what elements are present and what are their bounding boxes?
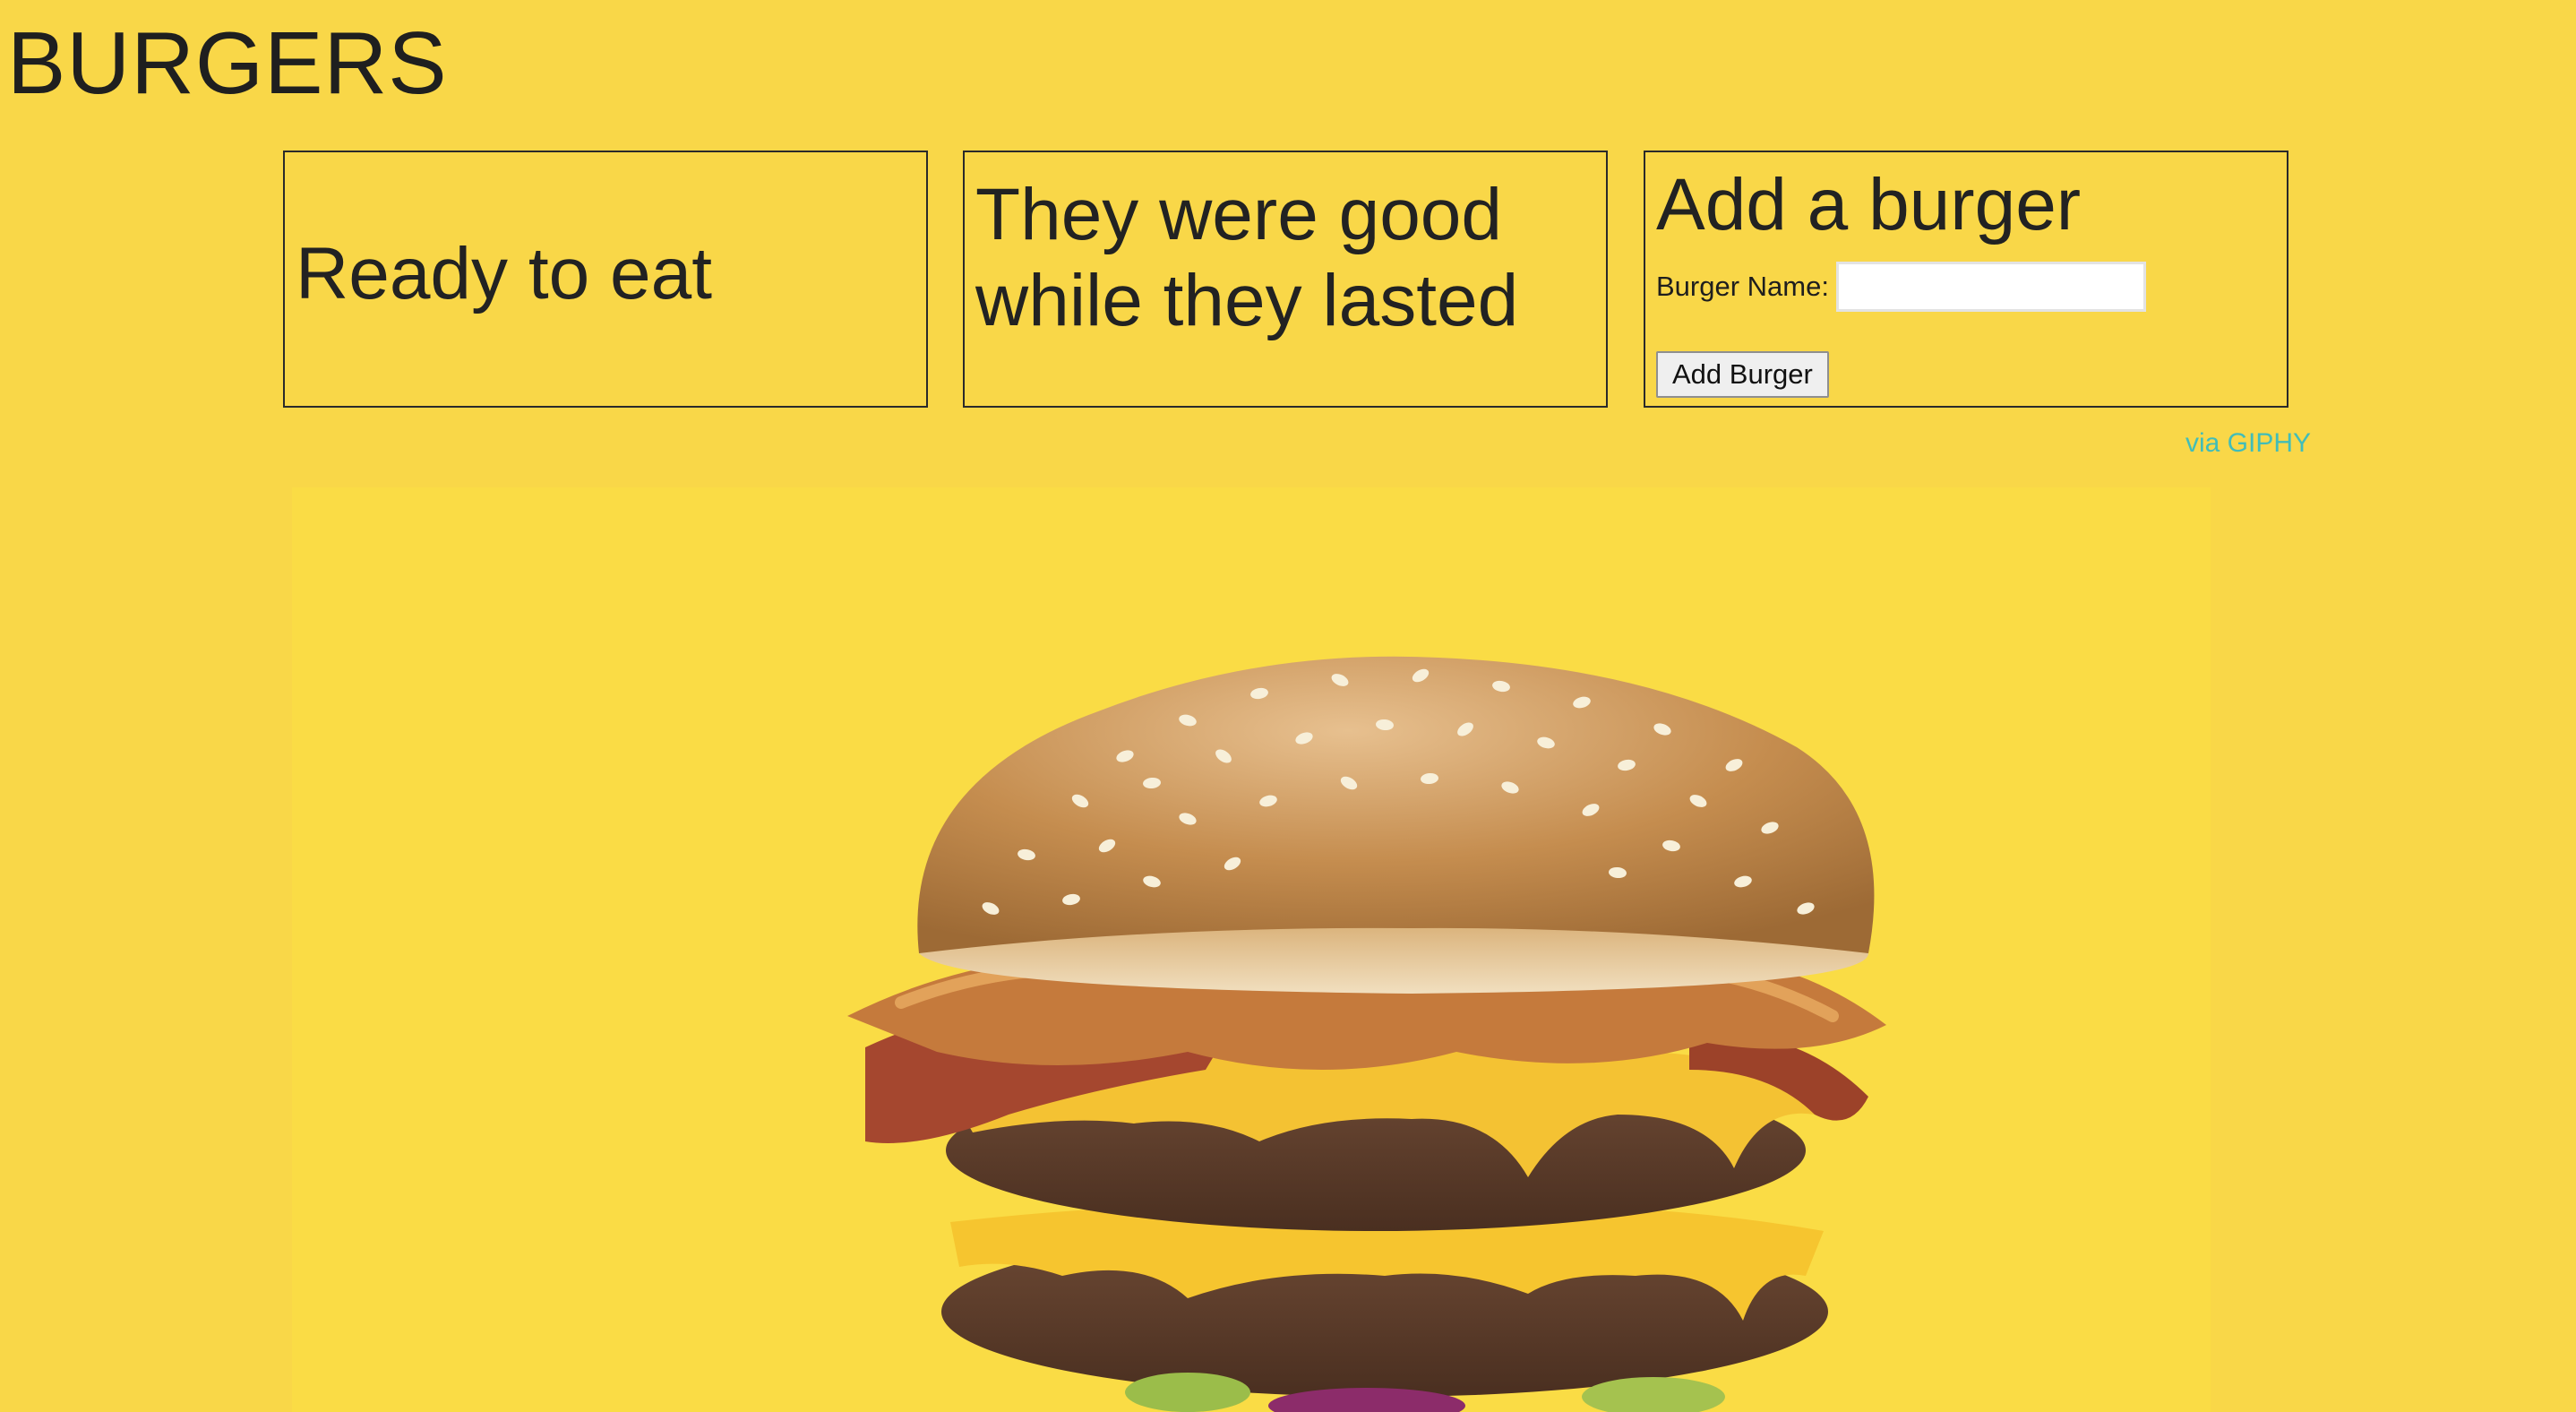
burger-image bbox=[847, 656, 1886, 1412]
burger-name-label: Burger Name: bbox=[1656, 271, 1829, 302]
devoured-heading: They were good while they lasted bbox=[975, 174, 1519, 341]
add-burger-heading: Add a burger bbox=[1656, 164, 2082, 245]
ready-to-eat-heading: Ready to eat bbox=[296, 233, 712, 314]
add-burger-panel: Add a burger Burger Name: Add Burger bbox=[1644, 151, 2288, 408]
page-title: BURGERS bbox=[7, 13, 448, 112]
devoured-panel: They were good while they lasted bbox=[963, 151, 1608, 408]
burger-gif bbox=[292, 487, 2211, 1412]
giphy-link[interactable]: via GIPHY bbox=[2185, 428, 2311, 459]
burger-name-input[interactable] bbox=[1835, 262, 2146, 312]
ready-to-eat-panel: Ready to eat bbox=[283, 151, 928, 408]
burger-name-row: Burger Name: bbox=[1656, 262, 2146, 312]
page: BURGERS Ready to eat They were good whil… bbox=[0, 0, 2576, 1412]
add-burger-button[interactable]: Add Burger bbox=[1656, 351, 1829, 398]
